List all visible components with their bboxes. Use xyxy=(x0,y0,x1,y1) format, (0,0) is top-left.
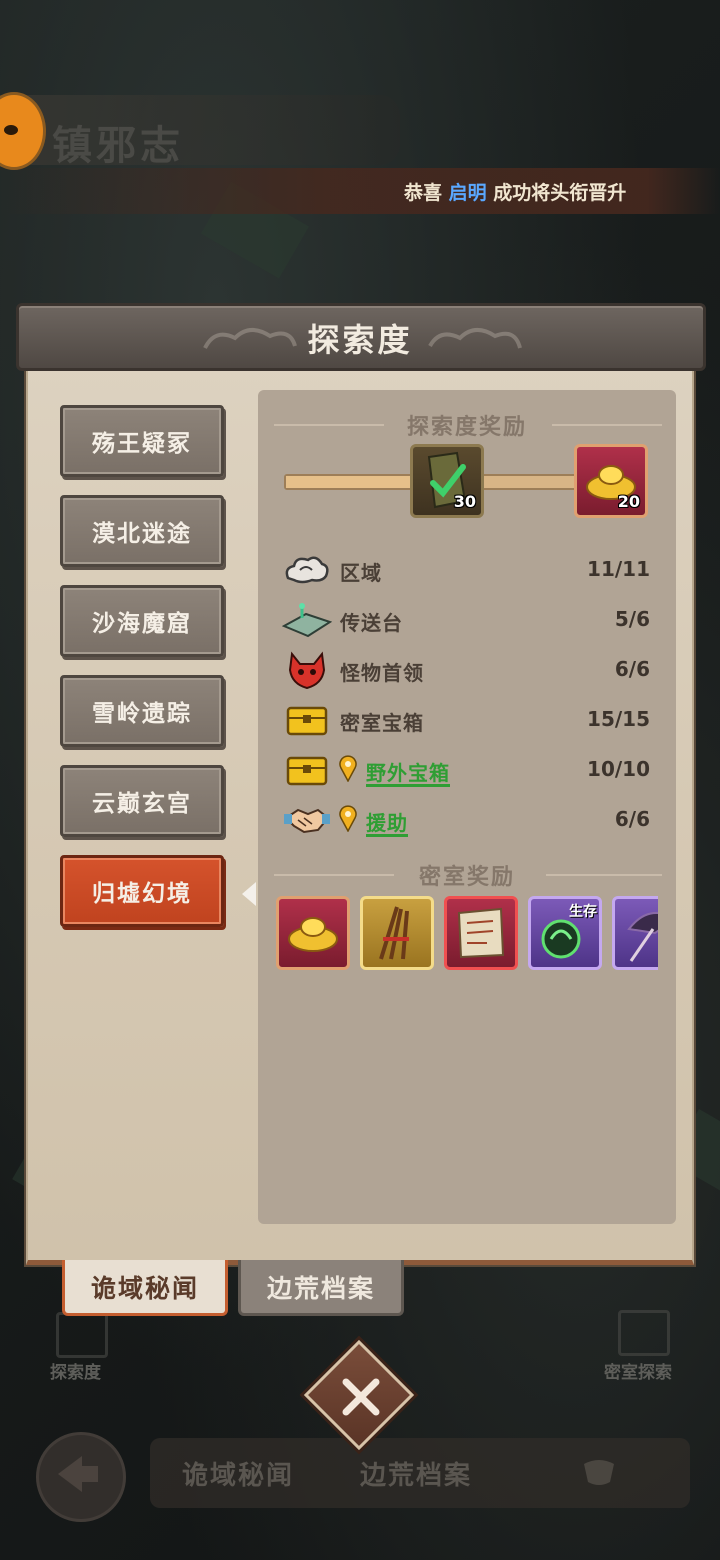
close-icon xyxy=(342,1378,380,1416)
treasure-chest-icon xyxy=(286,706,328,736)
exploration-shortcut-icon xyxy=(56,1312,108,1358)
region-button-1[interactable]: 殇王疑冢 xyxy=(60,405,224,477)
incense-sticks-icon xyxy=(379,906,409,960)
avatar-eye-icon xyxy=(4,125,18,135)
game-title: 镇邪志 xyxy=(52,122,184,169)
reward-count: 30 xyxy=(453,492,476,511)
stat-row-field-chest: 野外宝箱 10/10 xyxy=(282,750,654,790)
chamber-reward-item[interactable] xyxy=(444,896,518,970)
stat-label: 密室宝箱 xyxy=(340,711,424,735)
region-button-3[interactable]: 沙海魔窟 xyxy=(60,585,224,657)
progress-fill xyxy=(286,476,420,488)
back-arrow-icon xyxy=(58,1456,98,1492)
treasure-chest-icon xyxy=(286,756,328,786)
teleport-platform-icon xyxy=(282,603,332,638)
announcement-text: 恭喜 启明 成功将头衔晋升 xyxy=(404,178,650,205)
stat-value: 10/10 xyxy=(587,757,650,781)
location-pin-icon[interactable] xyxy=(338,754,358,782)
bottom-tab-mysteries[interactable]: 诡域秘闻 xyxy=(182,1455,294,1492)
gold-ingot-icon xyxy=(288,917,338,952)
stat-label: 传送台 xyxy=(340,611,403,635)
exploration-reward-20[interactable]: 20 xyxy=(574,444,648,518)
region-button-4[interactable]: 雪岭遗踪 xyxy=(60,675,224,747)
stat-label: 区域 xyxy=(340,561,382,585)
umbrella-weapon-icon xyxy=(627,911,658,962)
announcement-suffix: 成功将头衔晋升 xyxy=(493,182,627,204)
region-button-2[interactable]: 漠北迷途 xyxy=(60,495,224,567)
chamber-reward-item[interactable]: 生存 xyxy=(528,896,602,970)
stat-label-link[interactable]: 野外宝箱 xyxy=(366,757,450,786)
tab-mysteries[interactable]: 诡域秘闻 xyxy=(62,1260,228,1316)
stat-value: 6/6 xyxy=(614,657,650,681)
item-tag: 生存 xyxy=(569,904,597,920)
exploration-reward-30[interactable]: 30 xyxy=(410,444,484,518)
stat-row-boss: 怪物首领 6/6 xyxy=(282,650,654,690)
chamber-reward-item[interactable] xyxy=(612,896,658,970)
chamber-reward-title: 密室奖励 xyxy=(418,865,515,890)
exploration-reward-title: 探索度奖励 xyxy=(406,415,527,440)
demon-head-icon xyxy=(288,651,326,690)
chamber-reward-item[interactable] xyxy=(276,896,350,970)
chamber-reward-item[interactable] xyxy=(360,896,434,970)
stat-row-assist: 援助 6/6 xyxy=(282,800,654,840)
announcement-prefix: 恭喜 xyxy=(404,182,443,204)
chamber-reward-list[interactable]: 生存 xyxy=(274,890,658,980)
stat-label-link[interactable]: 援助 xyxy=(366,807,408,836)
mask-icon[interactable] xyxy=(580,1456,618,1488)
panel-title: 探索度 xyxy=(307,321,413,359)
stat-value: 5/6 xyxy=(614,607,650,631)
location-pin-icon[interactable] xyxy=(338,804,358,832)
stat-row-teleport: 传送台 5/6 xyxy=(282,600,654,640)
stat-row-secret-chest: 密室宝箱 15/15 xyxy=(282,700,654,740)
stat-value: 15/15 xyxy=(587,707,650,731)
region-button-5[interactable]: 云巅玄宫 xyxy=(60,765,224,837)
reward-count: 20 xyxy=(617,492,640,511)
selection-arrow-icon xyxy=(242,882,256,906)
stat-row-area: 区域 11/11 xyxy=(282,550,654,590)
tab-archives[interactable]: 边荒档案 xyxy=(238,1260,404,1316)
announcement-player: 启明 xyxy=(448,182,487,204)
handshake-icon xyxy=(284,808,330,834)
old-map-icon xyxy=(457,907,505,959)
secret-room-shortcut-icon xyxy=(618,1310,670,1356)
region-button-6-selected[interactable]: 归墟幻境 xyxy=(60,855,224,927)
stat-value: 11/11 xyxy=(587,557,650,581)
cloud-icon xyxy=(285,556,329,584)
exploration-shortcut-label[interactable]: 探索度 xyxy=(50,1358,101,1383)
stat-value: 6/6 xyxy=(614,807,650,831)
secret-room-shortcut-label[interactable]: 密室探索 xyxy=(604,1358,672,1383)
stat-label: 怪物首领 xyxy=(340,661,424,685)
bottom-tab-archives[interactable]: 边荒档案 xyxy=(360,1455,472,1492)
